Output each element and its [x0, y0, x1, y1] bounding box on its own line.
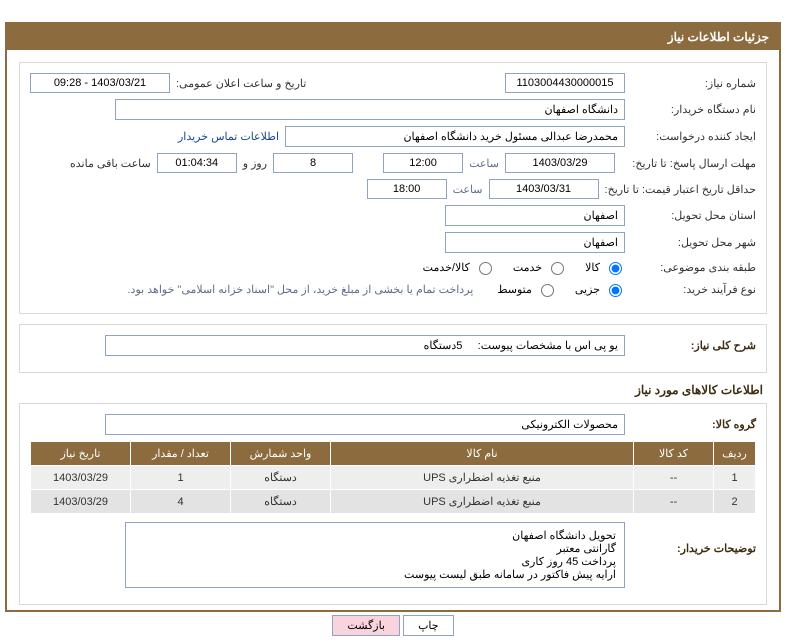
desc-line: تحویل دانشگاه اصفهان [134, 529, 616, 542]
validity-time-label: ساعت [453, 183, 483, 196]
cell-date: 1403/03/29 [31, 466, 131, 490]
topic-services[interactable]: خدمت [513, 259, 567, 275]
group-label: گروه کالا: [631, 418, 756, 431]
table-row: 1--منبع تغذیه اضطراری UPSدستگاه11403/03/… [31, 466, 756, 490]
cell-code: -- [634, 490, 714, 514]
th-code: کد کالا [634, 442, 714, 466]
panel-title: جزئیات اطلاعات نیاز [7, 24, 779, 50]
deadline-time-label: ساعت [469, 157, 499, 170]
header-fieldset: شماره نیاز: 1103004430000015 تاریخ و ساع… [19, 62, 767, 314]
cell-qty: 1 [131, 466, 231, 490]
overview-value: یو پی اس با مشخصات پیوست: 5دستگاه [105, 335, 625, 356]
proc-medium-radio[interactable] [541, 284, 554, 297]
items-table: ردیف کد کالا نام کالا واحد شمارش تعداد /… [30, 441, 756, 514]
buyer-contact-link[interactable]: اطلاعات تماس خریدار [178, 130, 279, 143]
overview-label: شرح کلی نیاز: [631, 339, 756, 352]
announce-label: تاریخ و ساعت اعلان عمومی: [176, 77, 306, 90]
countdown-value: 01:04:34 [157, 153, 237, 173]
items-fieldset: گروه کالا: محصولات الکترونیکی ردیف کد کا… [19, 403, 767, 605]
province-label: استان محل تحویل: [631, 209, 756, 222]
proc-note: پرداخت تمام یا بخشی از مبلغ خرید، از محل… [128, 283, 474, 296]
buyer-description: تحویل دانشگاه اصفهانگارانتی معتبرپرداخت … [125, 522, 625, 588]
deadline-time: 12:00 [383, 153, 463, 173]
desc-line: گارانتی معتبر [134, 542, 616, 555]
buyer-org-label: نام دستگاه خریدار: [631, 103, 756, 116]
days-remaining: 8 [273, 153, 353, 173]
days-label: روز و [243, 157, 267, 170]
city-value: اصفهان [445, 232, 625, 253]
need-number-label: شماره نیاز: [631, 77, 756, 90]
proc-small-radio[interactable] [609, 284, 622, 297]
footer: چاپ بازگشت [19, 615, 767, 636]
items-title: اطلاعات کالاهای مورد نیاز [19, 383, 763, 397]
table-row: 2--منبع تغذیه اضطراری UPSدستگاه41403/03/… [31, 490, 756, 514]
deadline-date: 1403/03/29 [505, 153, 615, 173]
desc-line: ارایه پیش فاکتور در سامانه طبق لیست پیوس… [134, 568, 616, 581]
remaining-label: ساعت باقی مانده [70, 157, 151, 170]
city-label: شهر محل تحویل: [631, 236, 756, 249]
topic-radios: کالا خدمت کالا/خدمت [423, 259, 625, 275]
validity-date: 1403/03/31 [489, 179, 599, 199]
topic-goods-radio[interactable] [609, 262, 622, 275]
topic-goods[interactable]: کالا [585, 259, 625, 275]
th-row: ردیف [714, 442, 756, 466]
cell-row: 1 [714, 466, 756, 490]
validity-time: 18:00 [367, 179, 447, 199]
announce-value: 1403/03/21 - 09:28 [30, 73, 170, 93]
back-button[interactable]: بازگشت [332, 615, 400, 636]
topic-both[interactable]: کالا/خدمت [423, 259, 495, 275]
buyer-org-value: دانشگاه اصفهان [115, 99, 625, 120]
cell-name: منبع تغذیه اضطراری UPS [331, 490, 634, 514]
proc-radios: جزیی متوسط [497, 281, 625, 297]
desc-label: توضیحات خریدار: [631, 522, 756, 555]
cell-date: 1403/03/29 [31, 490, 131, 514]
topic-label: طبقه بندی موضوعی: [631, 261, 756, 274]
cell-code: -- [634, 466, 714, 490]
proc-label: نوع فرآیند خرید: [631, 283, 756, 296]
cell-unit: دستگاه [231, 490, 331, 514]
requester-value: محمدرضا عبدالی مسئول خرید دانشگاه اصفهان [285, 126, 625, 147]
requester-label: ایجاد کننده درخواست: [631, 130, 756, 143]
details-panel: جزئیات اطلاعات نیاز شماره نیاز: 11030044… [5, 22, 781, 612]
th-qty: تعداد / مقدار [131, 442, 231, 466]
validity-label: حداقل تاریخ اعتبار قیمت: تا تاریخ: [605, 183, 756, 196]
cell-qty: 4 [131, 490, 231, 514]
deadline-label: مهلت ارسال پاسخ: تا تاریخ: [621, 157, 756, 170]
cell-unit: دستگاه [231, 466, 331, 490]
cell-row: 2 [714, 490, 756, 514]
th-name: نام کالا [331, 442, 634, 466]
print-button[interactable]: چاپ [403, 615, 454, 636]
proc-medium[interactable]: متوسط [497, 281, 557, 297]
group-value: محصولات الکترونیکی [105, 414, 625, 435]
proc-small[interactable]: جزیی [575, 281, 625, 297]
desc-line: پرداخت 45 روز کاری [134, 555, 616, 568]
th-unit: واحد شمارش [231, 442, 331, 466]
topic-services-radio[interactable] [551, 262, 564, 275]
province-value: اصفهان [445, 205, 625, 226]
cell-name: منبع تغذیه اضطراری UPS [331, 466, 634, 490]
th-date: تاریخ نیاز [31, 442, 131, 466]
need-number-value: 1103004430000015 [505, 73, 625, 93]
overview-fieldset: شرح کلی نیاز: یو پی اس با مشخصات پیوست: … [19, 324, 767, 373]
topic-both-radio[interactable] [479, 262, 492, 275]
panel-content: شماره نیاز: 1103004430000015 تاریخ و ساع… [7, 50, 779, 644]
